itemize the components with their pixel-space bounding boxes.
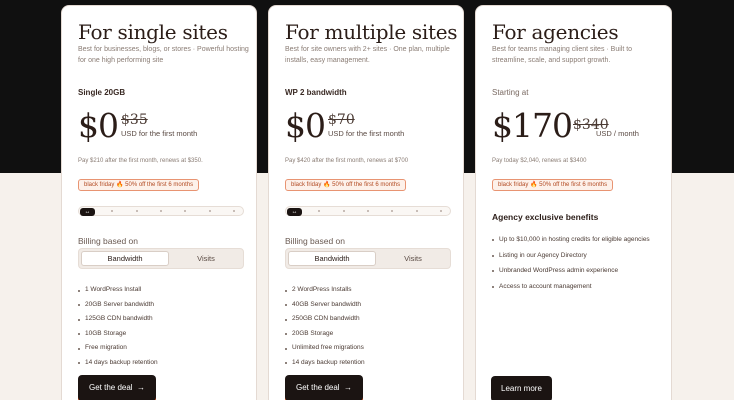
- pricing-card-multiple-sites: For multiple sites Best for site owners …: [268, 5, 464, 400]
- cta-label: Get the deal: [296, 383, 340, 392]
- card-title: For single sites: [78, 20, 228, 44]
- feature-list: 2 WordPress Installs 40GB Server bandwid…: [285, 283, 461, 370]
- old-price: $35: [121, 112, 148, 128]
- plan-slider[interactable]: ↔: [285, 206, 451, 216]
- old-price: $70: [328, 112, 355, 128]
- price: $0: [78, 106, 119, 145]
- slider-step[interactable]: [440, 210, 442, 212]
- slider-step[interactable]: [367, 210, 369, 212]
- billing-option-visits[interactable]: Visits: [378, 251, 448, 266]
- slider-step[interactable]: [136, 210, 138, 212]
- feature-item: 2 WordPress Installs: [285, 283, 461, 298]
- benefit-item: Listing in our Agency Directory: [492, 248, 668, 264]
- plan-slider[interactable]: ↔: [78, 206, 244, 216]
- pricing-card-agencies: For agencies Best for teams managing cli…: [475, 5, 672, 400]
- card-description: Best for site owners with 2+ sites · One…: [285, 46, 450, 64]
- price: $170: [492, 106, 573, 145]
- feature-item: 10GB Storage: [78, 327, 254, 342]
- pricing-card-single-sites: For single sites Best for businesses, bl…: [61, 5, 257, 400]
- plan-name: Single 20GB: [78, 88, 126, 97]
- section-heading: Agency exclusive benefits: [492, 212, 599, 222]
- plan-name: WP 2 bandwidth: [285, 88, 347, 97]
- billing-toggle[interactable]: Bandwidth Visits: [78, 248, 244, 269]
- feature-item: 20GB Server bandwidth: [78, 298, 254, 313]
- arrow-right-icon: →: [344, 383, 353, 392]
- plan-name: Starting at: [492, 88, 529, 97]
- slider-step[interactable]: [111, 210, 113, 212]
- slider-step[interactable]: [416, 210, 418, 212]
- price-period: USD / month: [596, 129, 639, 138]
- slider-step[interactable]: [318, 210, 320, 212]
- slider-step[interactable]: [343, 210, 345, 212]
- slider-step[interactable]: [209, 210, 211, 212]
- benefit-item: Unbranded WordPress admin experience: [492, 263, 668, 279]
- feature-item: 14 days backup retention: [285, 356, 461, 371]
- code-arrows-icon[interactable]: ↔: [80, 208, 95, 216]
- benefit-item: Up to $10,000 in hosting credits for eli…: [492, 232, 668, 248]
- promo-badge: black friday 🔥 50% off the first 6 month…: [78, 179, 200, 191]
- feature-item: Unlimited free migrations: [285, 341, 461, 356]
- feature-item: 250GB CDN bandwidth: [285, 312, 461, 327]
- feature-item: 1 WordPress Install: [78, 283, 254, 298]
- feature-item: Free migration: [78, 341, 254, 356]
- price-period: USD for the first month: [328, 129, 405, 138]
- feature-item: 125GB CDN bandwidth: [78, 312, 254, 327]
- feature-item: 14 days backup retention: [78, 356, 254, 371]
- feature-list: 1 WordPress Install 20GB Server bandwidt…: [78, 283, 254, 370]
- benefit-item: Access to account management: [492, 279, 668, 295]
- learn-more-button[interactable]: Learn more: [491, 376, 552, 400]
- slider-step[interactable]: [391, 210, 393, 212]
- card-description: Best for teams managing client sites · B…: [492, 46, 633, 64]
- benefit-list: Up to $10,000 in hosting credits for eli…: [492, 232, 668, 294]
- card-title: For multiple sites: [285, 20, 458, 44]
- billing-label: Billing based on: [285, 236, 346, 246]
- billing-option-bandwidth[interactable]: Bandwidth: [81, 251, 169, 266]
- slider-step[interactable]: [160, 210, 162, 212]
- promo-badge: black friday 🔥 50% off the first 6 month…: [285, 179, 407, 191]
- get-deal-button[interactable]: Get the deal →: [285, 375, 364, 400]
- arrow-right-icon: →: [137, 383, 146, 392]
- renewal-note: Pay today $2,040, renews at $3400: [492, 158, 587, 164]
- slider-step[interactable]: [233, 210, 235, 212]
- price-period: USD for the first month: [121, 129, 198, 138]
- billing-option-bandwidth[interactable]: Bandwidth: [288, 251, 376, 266]
- renewal-note: Pay $420 after the first month, renews a…: [285, 158, 409, 164]
- code-arrows-icon[interactable]: ↔: [287, 208, 302, 216]
- renewal-note: Pay $210 after the first month, renews a…: [78, 158, 203, 164]
- price: $0: [285, 106, 326, 145]
- billing-toggle[interactable]: Bandwidth Visits: [285, 248, 451, 269]
- cta-label: Get the deal: [89, 383, 133, 392]
- billing-option-visits[interactable]: Visits: [171, 251, 241, 266]
- card-title: For agencies: [492, 20, 619, 44]
- feature-item: 40GB Server bandwidth: [285, 298, 461, 313]
- get-deal-button[interactable]: Get the deal →: [78, 375, 157, 400]
- promo-badge: black friday 🔥 50% off the first 6 month…: [492, 179, 614, 191]
- card-description: Best for businesses, blogs, or stores · …: [78, 46, 249, 64]
- slider-step[interactable]: [184, 210, 186, 212]
- billing-label: Billing based on: [78, 236, 139, 246]
- feature-item: 20GB Storage: [285, 327, 461, 342]
